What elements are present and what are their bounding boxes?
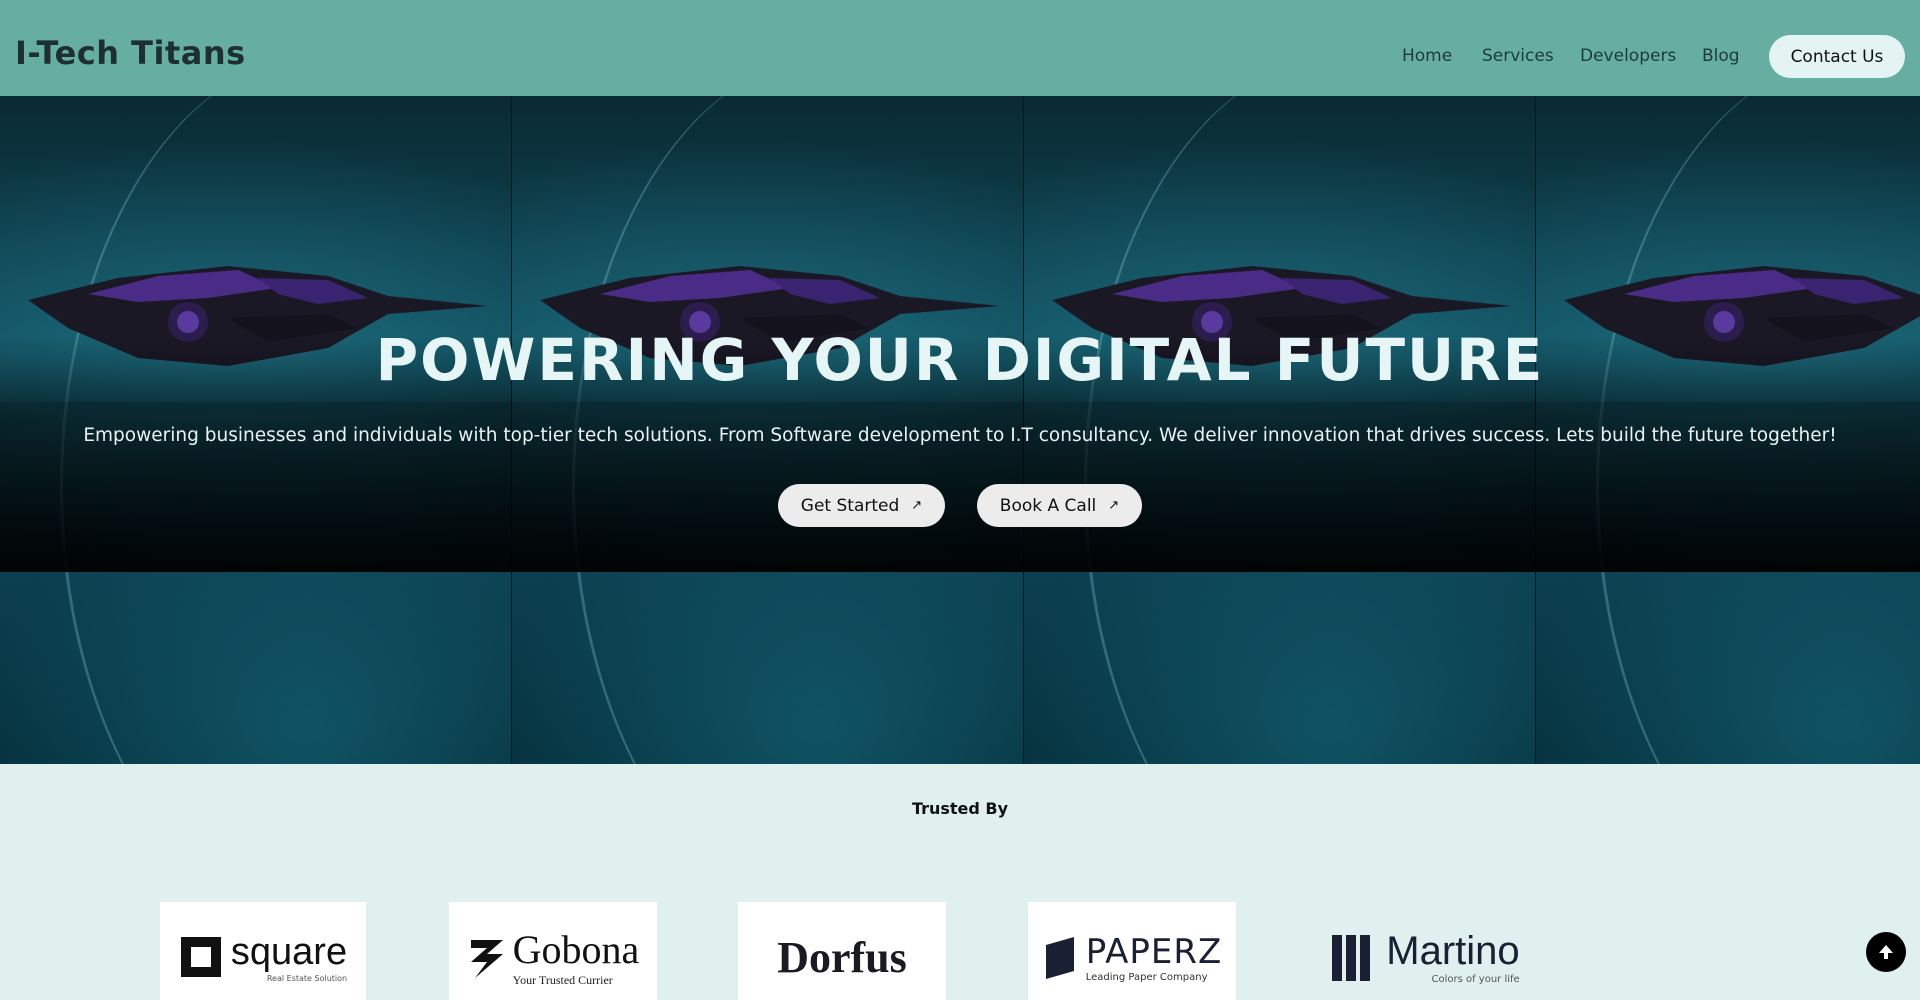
partner-logo-paperz: PAPERZ Leading Paper Company [1028, 902, 1236, 1000]
martino-logo-text: Martino [1386, 929, 1520, 973]
arrow-up-icon [1879, 945, 1893, 959]
scroll-to-top-button[interactable] [1866, 932, 1906, 972]
book-a-call-label: Book A Call [999, 495, 1097, 516]
gobona-logo-tagline: Your Trusted Currier [512, 973, 613, 987]
nav-developers[interactable]: Developers [1580, 46, 1676, 66]
nav-blog[interactable]: Blog [1702, 46, 1740, 66]
arrow-up-right-icon: ↗ [1108, 498, 1120, 513]
partner-logo-gobona: Gobona Your Trusted Currier [449, 902, 657, 1000]
hero-subtitle: Empowering businesses and individuals wi… [83, 425, 1837, 446]
paperz-logo-text: PAPERZ [1085, 931, 1223, 972]
nav-home[interactable]: Home [1402, 46, 1452, 66]
paperz-logo-tagline: Leading Paper Company [1085, 971, 1208, 983]
square-logo-mark [180, 937, 221, 977]
gobona-logo-text: Gobona [512, 927, 640, 972]
get-started-label: Get Started [800, 495, 900, 516]
arrow-up-right-icon: ↗ [911, 498, 923, 513]
partner-logo-dorfus: Dorfus [738, 902, 946, 1000]
partner-logo-square: square Real Estate Solution [160, 902, 366, 1000]
trusted-by-section: Trusted By square Real Estate Solution G… [0, 764, 1920, 1000]
brand-logo[interactable]: I-Tech Titans [15, 34, 246, 72]
trusted-by-title: Trusted By [911, 799, 1009, 818]
get-started-button[interactable]: Get Started ↗ [778, 484, 945, 527]
gobona-logo-mark [470, 940, 503, 978]
paperz-logo-mark [1045, 937, 1074, 979]
nav-services[interactable]: Services [1482, 46, 1554, 66]
contact-us-button[interactable]: Contact Us [1769, 35, 1905, 78]
hero-title: POWERING YOUR DIGITAL FUTURE [375, 326, 1545, 394]
hero-section: POWERING YOUR DIGITAL FUTURE Empowering … [0, 96, 1920, 764]
square-logo-text: square [230, 931, 348, 973]
square-logo-tagline: Real Estate Solution [266, 974, 348, 983]
partner-logo-martino: Martino Colors of your life [1310, 902, 1540, 1000]
dorfus-logo-text: Dorfus [777, 932, 907, 982]
book-a-call-button[interactable]: Book A Call ↗ [977, 484, 1142, 527]
site-header: I-Tech Titans Home Services Developers B… [0, 0, 1920, 96]
martino-logo-mark [1332, 935, 1371, 981]
martino-logo-tagline: Colors of your life [1431, 974, 1520, 985]
